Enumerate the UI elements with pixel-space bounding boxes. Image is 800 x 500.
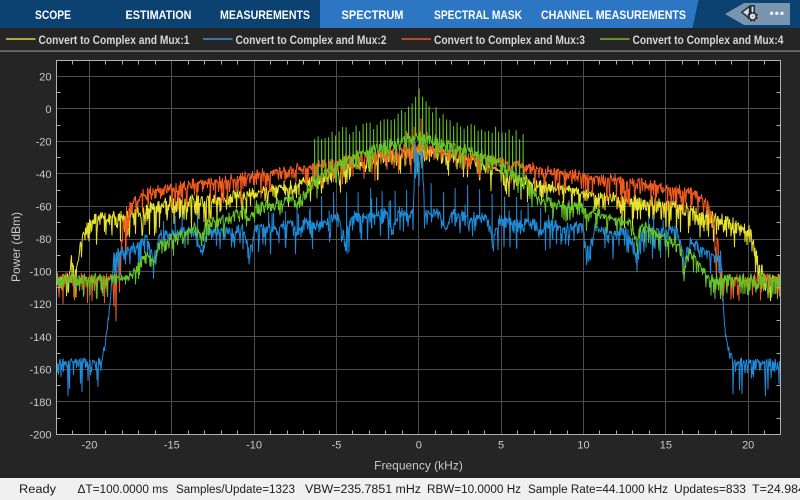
svg-text:-10: -10: [246, 440, 262, 452]
svg-text:Convert to Complex and Mux:3: Convert to Complex and Mux:3: [434, 33, 585, 47]
svg-text:Convert to Complex and Mux:1: Convert to Complex and Mux:1: [39, 33, 190, 47]
svg-text:SPECTRUM: SPECTRUM: [342, 10, 404, 22]
svg-text:MEASUREMENTS: MEASUREMENTS: [220, 10, 310, 22]
svg-text:ESTIMATION: ESTIMATION: [126, 10, 192, 22]
svg-text:-5: -5: [332, 440, 342, 452]
svg-text:Power (dBm): Power (dBm): [9, 212, 23, 282]
svg-text:SCOPE: SCOPE: [35, 10, 71, 22]
svg-text:Sample Rate=44.1000 kHz: Sample Rate=44.1000 kHz: [528, 484, 668, 496]
svg-text:20: 20: [39, 71, 51, 83]
svg-text:Convert to Complex and Mux:2: Convert to Complex and Mux:2: [236, 33, 387, 47]
svg-text:SPECTRAL MASK: SPECTRAL MASK: [434, 10, 523, 22]
svg-text:Updates=833: Updates=833: [674, 484, 746, 496]
svg-text:10: 10: [577, 440, 589, 452]
svg-text:5: 5: [498, 440, 504, 452]
svg-text:-180: -180: [29, 397, 51, 409]
svg-text:Convert to Complex and Mux:4: Convert to Complex and Mux:4: [633, 33, 784, 47]
svg-text:15: 15: [660, 440, 672, 452]
svg-text:T=24.9843: T=24.9843: [752, 484, 800, 496]
svg-text:-40: -40: [36, 169, 52, 181]
svg-text:-15: -15: [164, 440, 180, 452]
svg-text:CHANNEL MEASUREMENTS: CHANNEL MEASUREMENTS: [541, 10, 686, 22]
svg-text:-120: -120: [29, 299, 51, 311]
svg-text:0: 0: [416, 440, 422, 452]
svg-text:-20: -20: [36, 136, 52, 148]
svg-text:VBW=235.7851 mHz: VBW=235.7851 mHz: [305, 484, 421, 496]
svg-text:-160: -160: [29, 364, 51, 376]
svg-text:-80: -80: [36, 234, 52, 246]
svg-text:-140: -140: [29, 332, 51, 344]
svg-text:Ready: Ready: [19, 484, 56, 496]
svg-text:20: 20: [742, 440, 754, 452]
svg-text:Frequency (kHz): Frequency (kHz): [374, 459, 463, 473]
svg-text:-200: -200: [29, 430, 51, 442]
svg-text:ΔT=100.0000 ms: ΔT=100.0000 ms: [78, 484, 169, 496]
svg-text:RBW=10.0000 Hz: RBW=10.0000 Hz: [427, 484, 521, 496]
svg-text:-20: -20: [81, 440, 97, 452]
svg-text:0: 0: [45, 104, 51, 116]
svg-text:-100: -100: [29, 267, 51, 279]
svg-text:Samples/Update=1323: Samples/Update=1323: [176, 484, 295, 496]
svg-text:-60: -60: [36, 202, 52, 214]
